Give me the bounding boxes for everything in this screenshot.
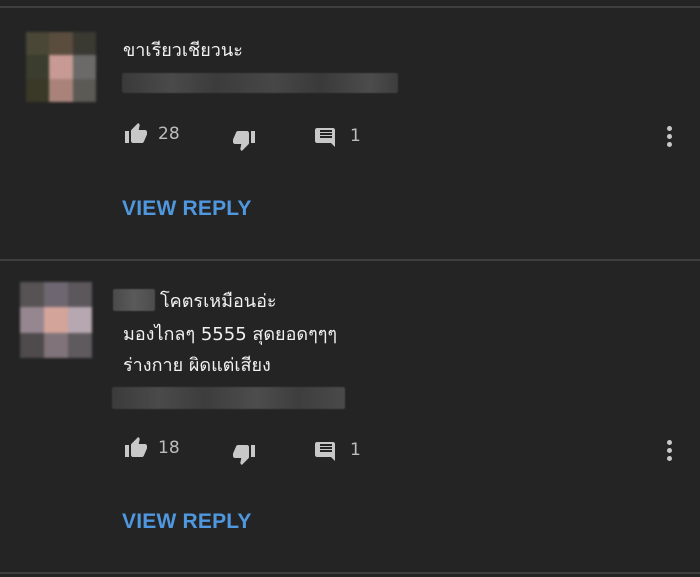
divider-middle: [0, 259, 700, 261]
like-count: 28: [158, 124, 180, 144]
thumbs-up-icon: [125, 437, 147, 457]
blurred-timestamp: [122, 73, 398, 93]
comment-icon: [315, 442, 335, 461]
dislike-button[interactable]: [231, 442, 257, 466]
avatar[interactable]: [20, 282, 92, 358]
thumbs-down-icon: [233, 131, 255, 151]
like-count: 18: [158, 438, 180, 458]
divider-bottom: [0, 572, 700, 574]
comment-2: โคตรเหมือนอ่ะ มองไกลๆ 5555 สุดยอดๆๆๆ ร่า…: [0, 262, 700, 572]
view-reply-link[interactable]: VIEW REPLY: [122, 197, 252, 221]
comment-1: ขาเรียวเชียวนะ 28 1 VIEW REPLY: [0, 0, 700, 258]
dislike-button[interactable]: [231, 128, 257, 152]
avatar[interactable]: [26, 32, 96, 102]
thumbs-down-icon: [233, 445, 255, 465]
like-button[interactable]: 18: [123, 436, 180, 460]
like-button[interactable]: 28: [123, 122, 180, 146]
reply-count-button[interactable]: 1: [314, 124, 361, 148]
comment-text-line-2: มองไกลๆ 5555 สุดยอดๆๆๆ: [123, 324, 338, 345]
reply-count: 1: [350, 440, 361, 460]
reply-count: 1: [350, 126, 361, 146]
more-vertical-icon: [667, 126, 672, 131]
reply-count-button[interactable]: 1: [314, 438, 361, 462]
thumbs-up-icon: [125, 123, 147, 143]
blurred-author-name: [113, 289, 155, 311]
more-menu-button[interactable]: [667, 440, 673, 464]
comment-text: ขาเรียวเชียวนะ: [123, 40, 243, 61]
more-vertical-icon: [667, 440, 672, 445]
more-menu-button[interactable]: [667, 126, 673, 150]
blurred-timestamp: [112, 387, 345, 409]
view-reply-link[interactable]: VIEW REPLY: [122, 510, 252, 534]
comment-icon: [315, 128, 335, 147]
comment-text-line-1: โคตรเหมือนอ่ะ: [160, 291, 277, 312]
comment-text-line-3: ร่างกาย ผิดแต่เสียง: [123, 355, 271, 376]
